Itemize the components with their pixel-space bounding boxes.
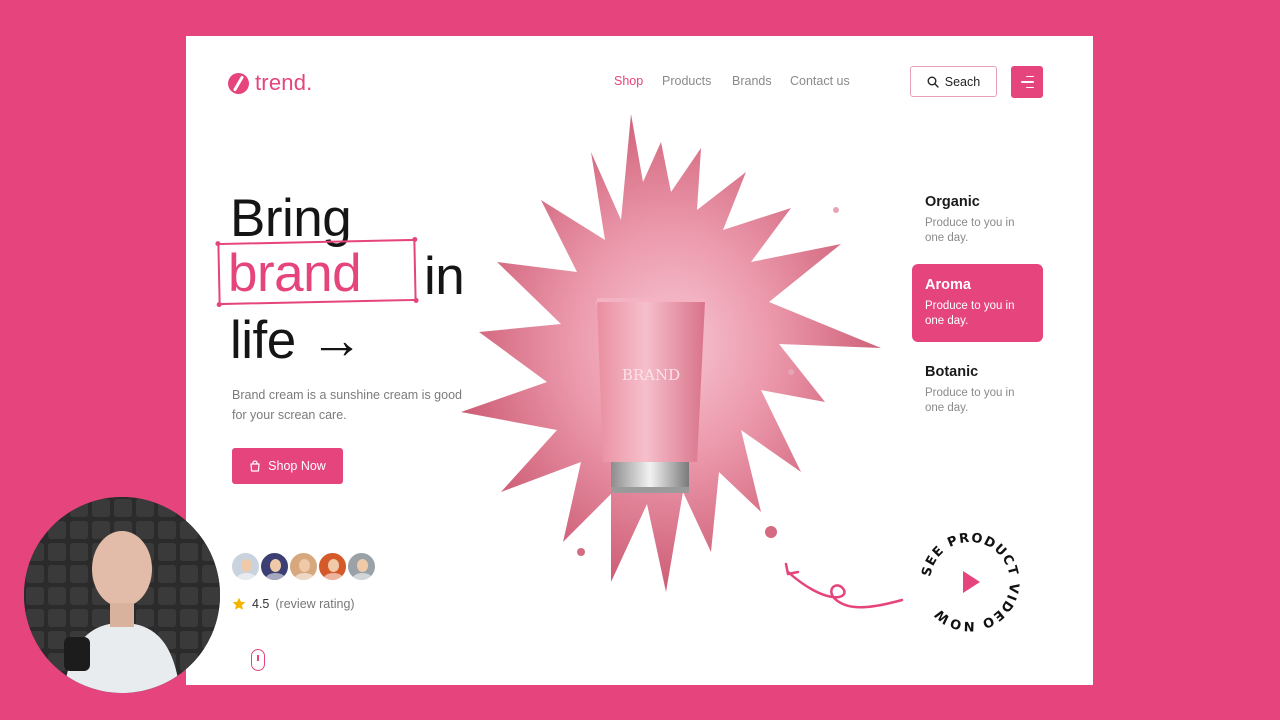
hero-description: Brand cream is a sunshine cream is good …: [232, 388, 462, 422]
headline-line-3: life →: [230, 311, 363, 370]
curved-arrow-icon: [784, 562, 904, 609]
shopping-bag-icon: [250, 460, 260, 472]
star-icon: [232, 597, 246, 610]
search-icon: [927, 76, 939, 88]
brand-name: trend.: [255, 70, 313, 95]
scroll-mouse-icon[interactable]: [251, 649, 265, 671]
review-rating: 4.5 (review rating): [232, 597, 355, 611]
play-icon: [963, 571, 980, 593]
nav-item-products[interactable]: Products: [662, 74, 711, 88]
presenter-image: [24, 497, 220, 693]
avatar: [346, 551, 377, 582]
feature-title: Aroma: [925, 277, 971, 293]
shop-now-button[interactable]: Shop Now: [232, 448, 343, 484]
nav-item-brands[interactable]: Brands: [732, 74, 772, 88]
headline-line-1: Bring: [230, 189, 352, 248]
see-video-button[interactable]: SEE PRODUCT VIDEO NOW: [916, 528, 1024, 636]
feature-botanic[interactable]: Botanic Produce to you in one day.: [912, 364, 1043, 416]
landing-page: trend. Shop Products Brands Contact us S…: [186, 36, 1093, 685]
feature-title: Botanic: [925, 364, 979, 380]
search-button[interactable]: Seach: [910, 66, 997, 97]
rating-score: 4.5: [252, 597, 270, 611]
menu-button[interactable]: [1011, 66, 1043, 98]
feature-title: Organic: [925, 194, 980, 210]
headline-line-2-rest: in: [424, 247, 465, 306]
shop-now-label: Shop Now: [268, 459, 326, 473]
feature-desc: Produce to you in one day.: [925, 217, 1015, 244]
feature-aroma[interactable]: Aroma Produce to you in one day.: [912, 264, 1043, 342]
menu-icon: [1026, 75, 1034, 78]
nav-item-shop[interactable]: Shop: [614, 74, 643, 88]
avatar: [317, 551, 348, 582]
webcam-overlay: [24, 497, 220, 693]
feature-desc: Produce to you in one day.: [925, 387, 1015, 414]
feature-desc: Produce to you in one day.: [925, 300, 1015, 327]
search-label: Seach: [944, 74, 981, 89]
headline-highlight-word: brand: [228, 244, 362, 303]
avatar: [230, 551, 261, 582]
reviewer-avatars: [230, 551, 377, 582]
rating-label: (review rating): [275, 597, 355, 611]
tube-label: BRAND: [622, 366, 680, 384]
avatar: [259, 551, 290, 582]
brand-logo[interactable]: trend.: [228, 70, 312, 96]
logo-icon: [228, 72, 249, 94]
avatar: [288, 551, 319, 582]
nav-item-contact[interactable]: Contact us: [790, 74, 850, 88]
feature-organic[interactable]: Organic Produce to you in one day.: [912, 194, 1043, 246]
